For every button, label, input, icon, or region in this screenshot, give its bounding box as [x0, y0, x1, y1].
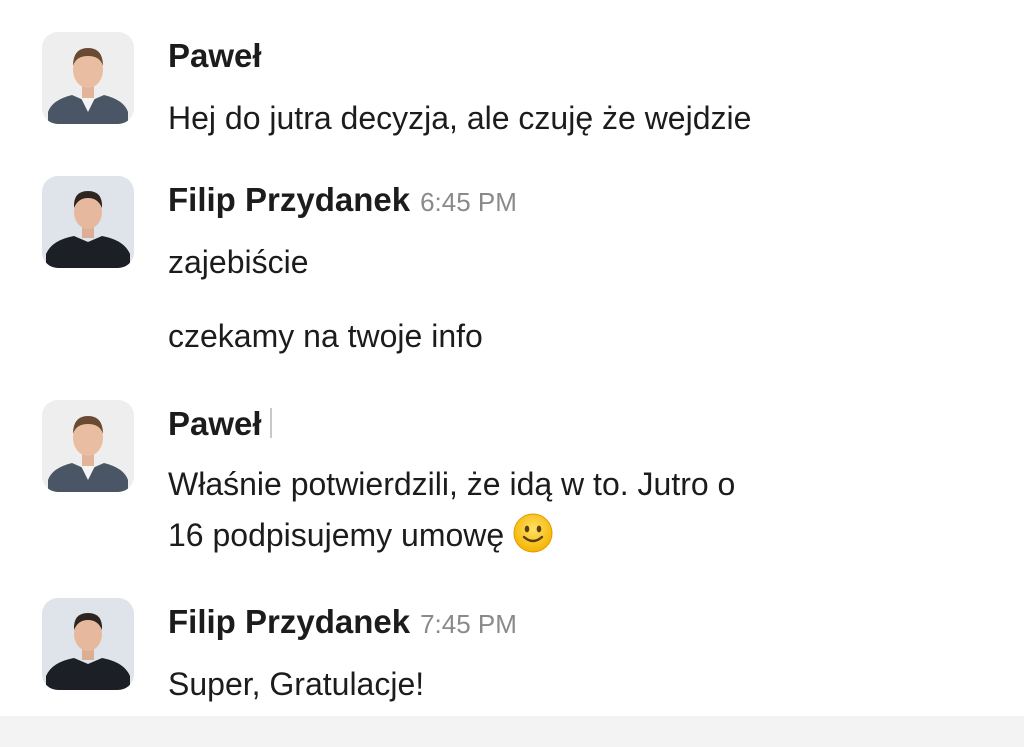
man-in-suit-portrait-icon [42, 32, 134, 124]
avatar[interactable] [42, 400, 134, 492]
message-timestamp[interactable]: 7:45 PM [420, 609, 517, 639]
message-text: czekamy na twoje info [168, 318, 483, 354]
man-in-suit-portrait-icon [42, 400, 134, 492]
redacted-bar [269, 408, 272, 438]
bottom-divider-area [0, 716, 1024, 747]
message-text-with-emoji: 16 podpisujemy umowę [168, 512, 554, 557]
avatar[interactable] [42, 32, 134, 124]
message-timestamp[interactable]: 6:45 PM [420, 187, 517, 217]
author-name[interactable]: Paweł [168, 37, 262, 74]
young-man-dark-shirt-portrait-icon [42, 176, 134, 268]
message-text: zajebiście [168, 244, 309, 280]
author-name[interactable]: Filip Przydanek [168, 603, 410, 640]
author-name[interactable]: Paweł [168, 405, 262, 442]
avatar[interactable] [42, 176, 134, 268]
avatar[interactable] [42, 598, 134, 690]
message-text: 16 podpisujemy umowę [168, 517, 505, 553]
message-text: Właśnie potwierdzili, że idą w to. Jutro… [168, 466, 736, 502]
message-text: Hej do jutra decyzja, ale czuję że wejdz… [168, 100, 752, 136]
message-text: Super, Gratulacje! [168, 666, 425, 702]
chat-message-list: Paweł Hej do jutra decyzja, ale czuję że… [0, 0, 1024, 747]
author-name[interactable]: Filip Przydanek [168, 181, 410, 218]
slightly-smiling-face-emoji-icon [512, 512, 554, 554]
young-man-dark-shirt-portrait-icon [42, 598, 134, 690]
